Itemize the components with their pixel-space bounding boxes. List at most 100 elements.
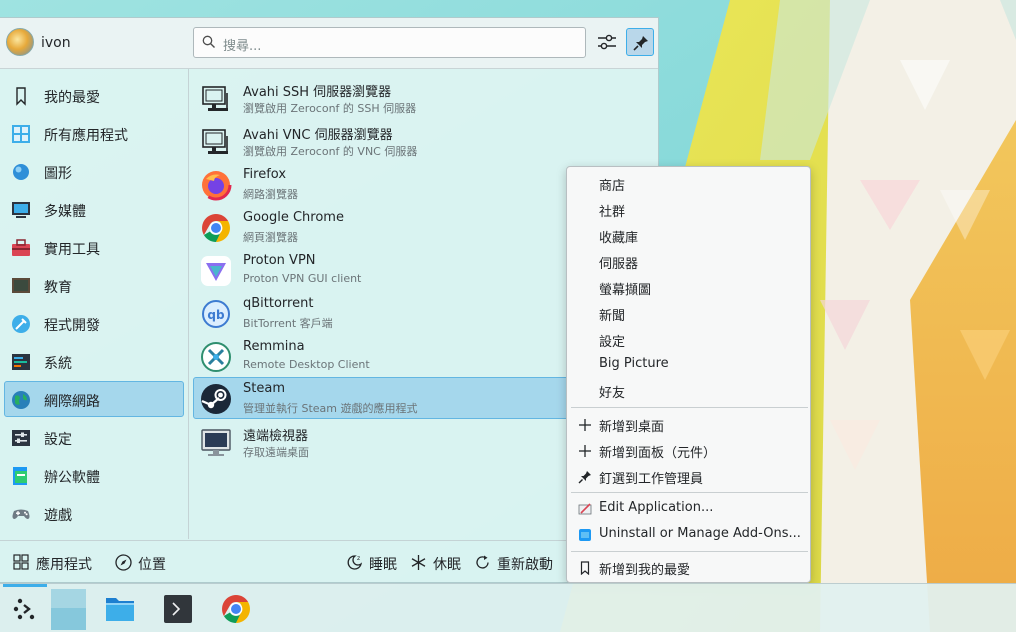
education-icon: [12, 278, 30, 293]
hibernate-button[interactable]: 休眠: [410, 553, 462, 573]
svg-text:z: z: [357, 555, 360, 562]
plus-icon: [579, 419, 591, 431]
menu-item-label: 螢幕擷圖: [599, 283, 652, 298]
category-favorites[interactable]: 我的最愛: [4, 77, 184, 113]
bookmark-icon: [580, 561, 590, 575]
username: ivon: [41, 35, 71, 51]
menu-item-label: 釘選到工作管理員: [599, 472, 704, 487]
menu-item-big-picture[interactable]: Big Picture: [567, 352, 810, 378]
snowflake-icon: [411, 555, 426, 570]
taskbar-terminal[interactable]: [158, 584, 198, 632]
menu-item-add-to-desktop[interactable]: 新增到桌面: [567, 412, 810, 438]
taskbar-file-manager[interactable]: [100, 584, 140, 632]
app-description: 瀏覽啟用 Zeroconf 的 SSH 伺服器: [243, 102, 417, 115]
menu-item-label: Edit Application...: [599, 500, 714, 515]
office-icon: [13, 467, 27, 485]
pager-window-preview: [51, 608, 86, 630]
app-name: Avahi SSH 伺服器瀏覽器: [243, 85, 392, 100]
category-graphics[interactable]: 圖形: [4, 153, 184, 189]
menu-separator: [571, 492, 808, 493]
menu-item-pin-to-task-manager[interactable]: 釘選到工作管理員: [567, 464, 810, 490]
menu-item-screenshots[interactable]: 螢幕擷圖: [567, 275, 810, 301]
app-description: 網路瀏覽器: [243, 188, 298, 201]
menu-item-library[interactable]: 收藏庫: [567, 223, 810, 249]
tab-places[interactable]: 位置: [115, 553, 170, 573]
category-multimedia[interactable]: 多媒體: [4, 191, 184, 227]
category-games[interactable]: 遊戲: [4, 495, 184, 531]
menu-item-servers[interactable]: 伺服器: [567, 249, 810, 275]
system-icon: [12, 354, 30, 370]
app-name: Remmina: [243, 339, 305, 354]
category-list: 我的最愛 所有應用程式 圖形 多媒體 實用工具 教育 程式開發 系統 網際網路 …: [0, 69, 188, 539]
category-label: 多媒體: [44, 204, 86, 220]
category-internet[interactable]: 網際網路: [4, 381, 184, 417]
app-name: qBittorrent: [243, 296, 314, 311]
configure-icon[interactable]: [596, 30, 618, 54]
menu-item-label: 新增到面板（元件）: [599, 446, 717, 461]
discover-icon: [579, 529, 591, 541]
gamepad-icon: [12, 509, 30, 519]
avatar[interactable]: [6, 28, 34, 56]
active-indicator: [3, 584, 47, 587]
launcher-footer: 應用程式 位置 z 睡眠 休眠 重新啟動: [0, 540, 658, 584]
category-system[interactable]: 系統: [4, 343, 184, 379]
category-education[interactable]: 教育: [4, 267, 184, 303]
menu-item-store[interactable]: 商店: [567, 171, 810, 197]
pin-button[interactable]: [626, 28, 654, 56]
menu-item-add-to-favorites[interactable]: 新增到我的最愛: [567, 555, 810, 581]
category-utilities[interactable]: 實用工具: [4, 229, 184, 265]
button-label: 休眠: [433, 557, 461, 573]
app-name: Google Chrome: [243, 210, 344, 225]
tab-applications[interactable]: 應用程式: [13, 553, 93, 573]
taskbar: [0, 583, 1016, 632]
menu-item-label: Uninstall or Manage Add-Ons...: [599, 526, 801, 541]
app-description: 存取遠端桌面: [243, 446, 309, 459]
app-launcher-button[interactable]: [0, 584, 50, 632]
restart-icon: [476, 555, 489, 569]
menu-item-news[interactable]: 新聞: [567, 301, 810, 327]
menu-item-label: 新增到我的最愛: [599, 563, 691, 578]
category-label: 程式開發: [44, 318, 100, 334]
category-label: 實用工具: [44, 242, 100, 258]
remote-viewer-icon: [201, 429, 231, 456]
category-settings[interactable]: 設定: [4, 419, 184, 455]
menu-separator: [571, 407, 808, 408]
app-name: Firefox: [243, 167, 287, 182]
settings-icon: [12, 430, 30, 446]
chrome-icon: [222, 595, 250, 623]
menu-item-community[interactable]: 社群: [567, 197, 810, 223]
category-all-applications[interactable]: 所有應用程式: [4, 115, 184, 151]
menu-item-add-to-panel[interactable]: 新增到面板（元件）: [567, 438, 810, 464]
menu-item-edit-application[interactable]: Edit Application...: [567, 496, 810, 522]
app-description: Proton VPN GUI client: [243, 272, 362, 285]
category-label: 遊戲: [44, 508, 72, 524]
remmina-icon: [201, 342, 231, 372]
app-name: Avahi VNC 伺服器瀏覽器: [243, 128, 393, 143]
pin-icon: [633, 36, 648, 51]
search-input[interactable]: 搜尋...: [223, 35, 261, 54]
category-label: 教育: [44, 280, 72, 296]
app-avahi-ssh[interactable]: Avahi SSH 伺服器瀏覽器 瀏覽啟用 Zeroconf 的 SSH 伺服器: [193, 77, 655, 119]
menu-item-friends[interactable]: 好友: [567, 378, 810, 404]
graphics-icon: [13, 164, 29, 180]
restart-button[interactable]: 重新啟動: [474, 553, 554, 573]
menu-item-settings[interactable]: 設定: [567, 327, 810, 353]
category-label: 我的最愛: [44, 90, 100, 106]
sleep-icon: z: [347, 555, 363, 570]
taskbar-chrome[interactable]: [216, 584, 256, 632]
category-development[interactable]: 程式開發: [4, 305, 184, 341]
network-terminal-icon: [202, 86, 228, 111]
development-icon: [12, 315, 30, 333]
category-label: 圖形: [44, 166, 72, 182]
search-field[interactable]: 搜尋...: [193, 27, 586, 58]
pager-desktop-1[interactable]: [50, 584, 88, 632]
app-description: BitTorrent 客戶端: [243, 317, 333, 330]
category-office[interactable]: 辦公軟體: [4, 457, 184, 493]
app-description: 瀏覽啟用 Zeroconf 的 VNC 伺服器: [243, 145, 418, 158]
app-name: Steam: [243, 381, 285, 396]
menu-item-label: 新增到桌面: [599, 420, 665, 435]
menu-item-uninstall[interactable]: Uninstall or Manage Add-Ons...: [567, 522, 810, 548]
category-label: 辦公軟體: [44, 470, 100, 486]
sleep-button[interactable]: z 睡眠: [346, 553, 398, 573]
app-avahi-vnc[interactable]: Avahi VNC 伺服器瀏覽器 瀏覽啟用 Zeroconf 的 VNC 伺服器: [193, 120, 655, 162]
